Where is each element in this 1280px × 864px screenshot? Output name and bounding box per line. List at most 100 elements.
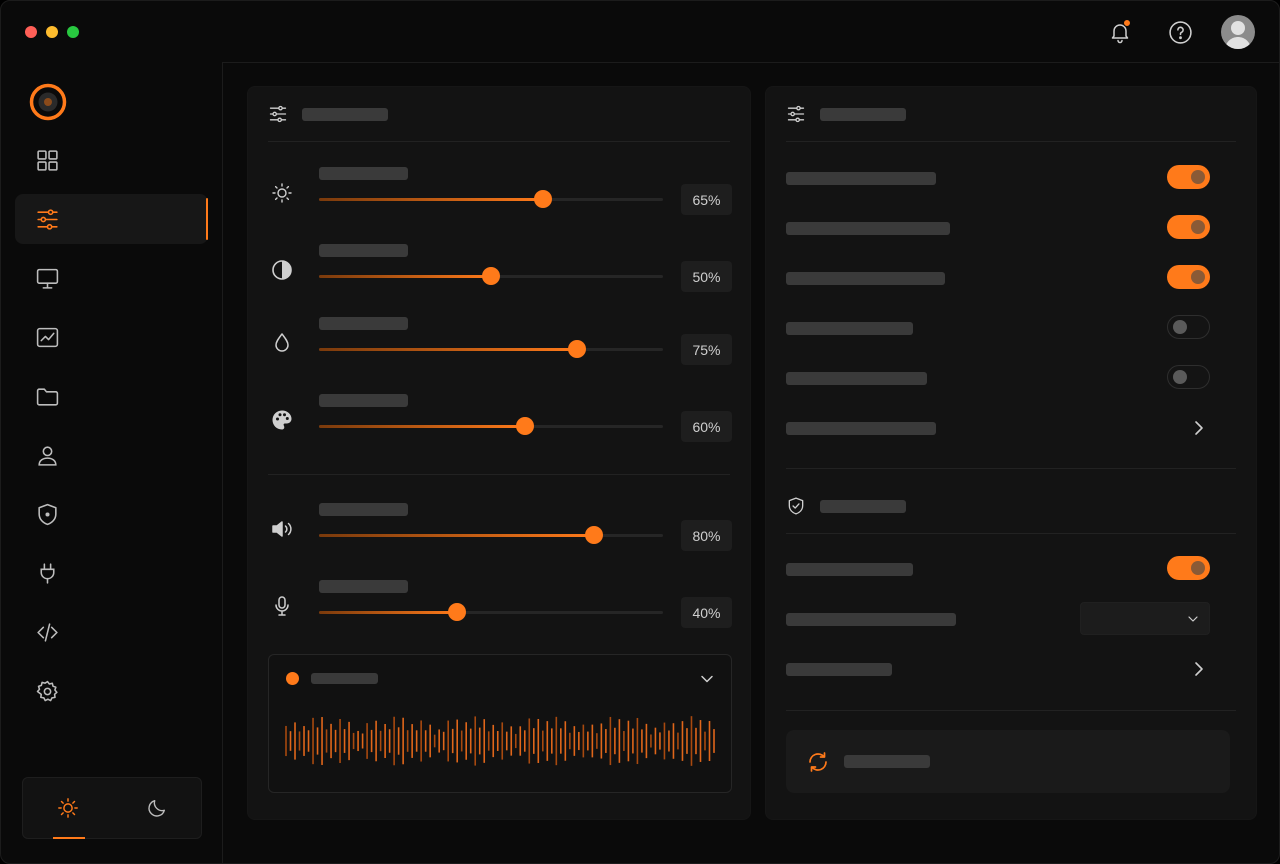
volume-slider-fill <box>319 534 595 537</box>
chevron-down-icon[interactable] <box>697 669 717 689</box>
live-status-dot <box>286 672 299 685</box>
gear-icon <box>36 680 58 701</box>
microphone-value: 40% <box>681 597 732 628</box>
preference-label-placeholder <box>786 321 913 335</box>
adjustments-title-placeholder <box>302 107 388 121</box>
sidebar-item-dashboard[interactable] <box>15 135 208 185</box>
sidebar-item-analytics[interactable] <box>15 312 208 362</box>
chevron-right-icon[interactable] <box>1192 418 1206 438</box>
brightness-slider-row: 65% <box>268 167 732 227</box>
security-row-1 <box>786 556 1236 582</box>
close-window-button[interactable] <box>25 26 37 38</box>
chart-icon <box>36 327 59 347</box>
sidebar-item-settings[interactable] <box>15 666 208 716</box>
security-title-placeholder <box>820 499 906 513</box>
color-slider-fill <box>319 425 526 428</box>
saturation-value: 75% <box>681 334 732 365</box>
sidebar <box>1 63 222 863</box>
preference-toggle-5[interactable] <box>1167 365 1210 389</box>
app-logo[interactable] <box>29 83 67 121</box>
refresh-icon <box>809 751 827 772</box>
color-value: 60% <box>681 411 732 442</box>
color-label-placeholder <box>319 394 408 407</box>
security-link-row[interactable] <box>786 656 1236 682</box>
microphone-slider[interactable] <box>319 603 663 621</box>
logo-icon <box>29 83 67 121</box>
sync-label-placeholder <box>844 755 930 768</box>
maximize-window-button[interactable] <box>67 26 79 38</box>
preference-toggle-1[interactable] <box>1167 165 1210 189</box>
color-slider[interactable] <box>319 417 663 435</box>
volume-slider[interactable] <box>319 526 663 544</box>
sliders-icon <box>269 105 287 123</box>
sliders-icon <box>37 208 58 230</box>
brightness-slider[interactable] <box>319 190 663 208</box>
sidebar-item-developer[interactable] <box>15 607 208 657</box>
toggle-knob <box>1191 220 1205 234</box>
folder-icon <box>36 387 59 406</box>
sidebar-item-security[interactable] <box>15 489 208 539</box>
security-header <box>786 479 1236 534</box>
volume-slider-thumb[interactable] <box>585 526 604 544</box>
chevron-right-icon[interactable] <box>1192 659 1206 679</box>
volume-icon <box>272 521 292 537</box>
preference-row-1 <box>786 165 1236 191</box>
color-slider-thumb[interactable] <box>516 417 535 435</box>
user-avatar[interactable] <box>1221 15 1255 49</box>
saturation-slider-row: 75% <box>268 317 732 377</box>
avatar-person-icon <box>1225 21 1251 49</box>
toggle-knob <box>1191 170 1205 184</box>
contrast-icon <box>272 260 292 280</box>
saturation-slider[interactable] <box>319 340 663 358</box>
app-window: 65% 50% 75% 60% 80% 40% <box>0 0 1280 864</box>
preference-link-row[interactable] <box>786 415 1236 441</box>
sidebar-item-account[interactable] <box>15 430 208 480</box>
preference-label-placeholder <box>786 371 927 385</box>
security-select[interactable] <box>1080 602 1210 635</box>
section-divider <box>786 710 1236 711</box>
minimize-window-button[interactable] <box>46 26 58 38</box>
contrast-slider[interactable] <box>319 267 663 285</box>
shield-icon <box>38 503 57 525</box>
brightness-value: 65% <box>681 184 732 215</box>
moon-icon <box>147 799 165 817</box>
drop-icon <box>275 333 289 352</box>
microphone-slider-row: 40% <box>268 580 732 640</box>
saturation-slider-thumb[interactable] <box>568 340 586 358</box>
security-label-placeholder <box>786 612 956 626</box>
sidebar-item-display[interactable] <box>15 253 208 303</box>
preferences-panel <box>765 86 1257 820</box>
preference-toggle-4[interactable] <box>1167 315 1210 339</box>
brightness-slider-thumb[interactable] <box>533 190 552 208</box>
microphone-icon <box>275 596 289 616</box>
microphone-label-placeholder <box>319 580 408 593</box>
sync-button[interactable] <box>786 730 1230 793</box>
preference-label-placeholder <box>786 171 936 185</box>
preference-label-placeholder <box>786 271 945 285</box>
theme-switcher <box>22 777 202 839</box>
contrast-slider-thumb[interactable] <box>482 267 500 285</box>
color-slider-row: 60% <box>268 394 732 454</box>
preference-row-3 <box>786 265 1236 291</box>
volume-value: 80% <box>681 520 732 551</box>
shield-check-icon <box>788 497 804 515</box>
security-toggle[interactable] <box>1167 556 1210 580</box>
sidebar-item-adjustments[interactable] <box>15 194 208 244</box>
audio-monitor-label-placeholder <box>311 673 378 684</box>
sidebar-item-integrations[interactable] <box>15 548 208 598</box>
microphone-slider-thumb[interactable] <box>447 603 466 621</box>
preferences-title-placeholder <box>820 107 906 121</box>
light-theme-option[interactable] <box>23 778 112 839</box>
toggle-knob <box>1191 270 1205 284</box>
preference-toggle-2[interactable] <box>1167 215 1210 239</box>
preference-label-placeholder <box>786 221 950 235</box>
dark-theme-option[interactable] <box>112 778 201 838</box>
topbar-actions <box>1101 15 1255 49</box>
notifications-button[interactable] <box>1101 15 1139 49</box>
plug-icon <box>40 562 55 584</box>
help-button[interactable] <box>1161 15 1199 49</box>
preference-toggle-3[interactable] <box>1167 265 1210 289</box>
code-icon <box>37 622 58 642</box>
sidebar-item-files[interactable] <box>15 371 208 421</box>
toggle-knob <box>1173 370 1187 384</box>
